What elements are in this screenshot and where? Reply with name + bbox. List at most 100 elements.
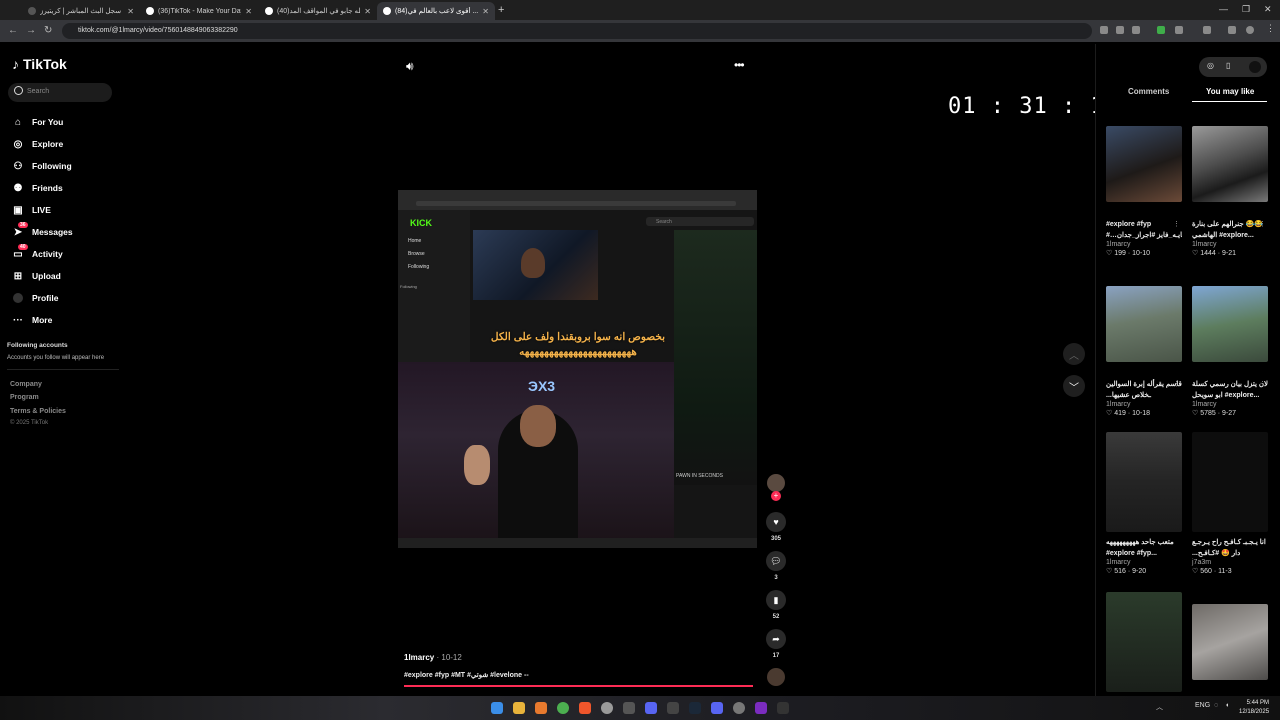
tab-comments[interactable]: Comments — [1128, 87, 1169, 96]
maximize-icon[interactable]: ❐ — [1242, 4, 1250, 15]
video-player[interactable]: KICK Search Home Browse Following Follow… — [398, 190, 757, 548]
video-description[interactable]: #explore #fyp #MT #شوتي #levelone -- — [404, 671, 529, 679]
sidebar-item-messages[interactable]: ➤ 36 Messages — [12, 221, 112, 243]
app-icon[interactable] — [755, 702, 767, 714]
follow-plus-icon[interactable]: + — [771, 491, 781, 501]
footer-link-company[interactable]: Company — [10, 381, 42, 388]
sidebar-item-upload[interactable]: ⊞ Upload — [12, 265, 112, 287]
new-tab-button[interactable]: + — [498, 4, 504, 16]
bookmark-star-icon[interactable] — [1132, 26, 1140, 34]
app-icon[interactable] — [777, 702, 789, 714]
sidebar-item-more[interactable]: ··· More — [12, 309, 112, 331]
taskbar-clock[interactable]: 5:44 PM 12/18/2025 — [1239, 699, 1269, 717]
extension-icon[interactable] — [1228, 26, 1236, 34]
volume-icon[interactable]: 🔊︎ — [406, 59, 414, 74]
app-icon[interactable] — [733, 702, 745, 714]
forward-icon[interactable]: → — [26, 25, 36, 36]
card-user[interactable]: 1lmarcy — [1106, 401, 1182, 408]
app-icon[interactable] — [623, 702, 635, 714]
tray-chevron-icon[interactable]: ︿ — [1156, 702, 1163, 712]
browser-tab[interactable]: (36)TikTok - Make Your Day ✕ — [140, 2, 258, 20]
network-icon[interactable]: ◌ — [1214, 702, 1218, 709]
video-thumbnail[interactable] — [1106, 592, 1182, 692]
reload-icon[interactable]: ↻ — [44, 25, 52, 36]
phone-icon[interactable]: ▯ — [1226, 61, 1230, 70]
recommended-video-card[interactable]: انا يـجـبـ كـافـح راح يـرجـع ...دار 🤩 #ك… — [1192, 432, 1268, 575]
sidebar-item-friends[interactable]: ⚉ Friends — [12, 177, 112, 199]
browser-tab[interactable]: سجل البث المباشر | كريتيرز ✕ — [22, 2, 140, 20]
comment-action[interactable]: 💬︎ 3 — [766, 551, 786, 581]
video-author[interactable]: 1lmarcy · 10-12 — [404, 653, 462, 662]
close-icon[interactable]: ✕ — [127, 7, 134, 16]
recommended-video-card[interactable]: #explore #fyp #…ـايـه_فايز #اجراز_جدان 1… — [1106, 126, 1182, 257]
steam-icon[interactable] — [689, 702, 701, 714]
comment-icon[interactable]: 💬︎ — [766, 551, 786, 571]
share-icon[interactable]: ➦ — [766, 629, 786, 649]
avatar[interactable] — [1249, 61, 1261, 73]
author-name[interactable]: 1lmarcy — [404, 653, 434, 662]
app-icon[interactable] — [535, 702, 547, 714]
card-user[interactable]: 1lmarcy — [1192, 241, 1268, 248]
back-icon[interactable]: ← — [8, 25, 18, 36]
sidebar-item-live[interactable]: ▣ LIVE — [12, 199, 112, 221]
video-thumbnail[interactable] — [1192, 286, 1268, 362]
profile-avatar[interactable] — [1246, 26, 1254, 34]
footer-link-program[interactable]: Program — [10, 394, 39, 401]
app-icon[interactable] — [667, 702, 679, 714]
recommended-video-card[interactable]: جنرالهم على بنارة 😂😂 الهاشمي #explore...… — [1192, 126, 1268, 257]
music-disc-avatar[interactable] — [767, 668, 785, 686]
search-input[interactable]: Search — [8, 83, 112, 102]
close-icon[interactable]: ✕ — [364, 7, 371, 16]
volume-icon[interactable]: ◖ — [1225, 702, 1229, 709]
sidebar-item-profile[interactable]: Profile — [12, 287, 112, 309]
video-thumbnail[interactable] — [1192, 126, 1268, 202]
extension-icon[interactable] — [1203, 26, 1211, 34]
sidebar-item-following[interactable]: ⚇ Following — [12, 155, 112, 177]
sidebar-item-explore[interactable]: ◎ Explore — [12, 133, 112, 155]
recommended-video-card[interactable]: قاسم يقرأله إبرة السوالين ...ـخلاص عشيها… — [1106, 286, 1182, 417]
language-indicator[interactable]: ENG — [1195, 702, 1210, 709]
more-options-icon[interactable]: ⋮ — [1173, 380, 1180, 388]
heart-icon[interactable]: ♥ — [766, 512, 786, 532]
menu-icon[interactable]: ⋮ — [1266, 23, 1275, 33]
creator-avatar[interactable] — [767, 474, 785, 492]
video-thumbnail[interactable] — [1192, 604, 1268, 680]
video-progress-bar[interactable] — [404, 685, 753, 687]
address-bar[interactable]: tiktok.com/@1lmarcy/video/75601488490633… — [62, 23, 1092, 39]
card-user[interactable]: 1lmarcy — [1192, 401, 1268, 408]
more-options-icon[interactable]: ••• — [734, 58, 745, 72]
more-options-icon[interactable]: ⋮ — [1259, 380, 1266, 388]
close-icon[interactable]: ✕ — [482, 7, 489, 16]
recommended-video-card[interactable]: الان يتزل بيان رسمي كسلة ابو سويحل #expl… — [1192, 286, 1268, 417]
translate-icon[interactable] — [1116, 26, 1124, 34]
card-user[interactable]: j7a3m — [1192, 559, 1268, 566]
share-action[interactable]: ➦ 17 — [766, 629, 786, 659]
recommended-video-card[interactable] — [1192, 604, 1268, 680]
sidebar-item-activity[interactable]: ▭ 40 Activity — [12, 243, 112, 265]
extension-icon[interactable] — [1157, 26, 1165, 34]
tab-you-may-like[interactable]: You may like — [1206, 87, 1254, 96]
discord-icon[interactable] — [645, 702, 657, 714]
card-user[interactable]: 1lmarcy — [1106, 241, 1182, 248]
video-thumbnail[interactable] — [1106, 286, 1182, 362]
close-icon[interactable]: ✕ — [245, 7, 252, 16]
video-thumbnail[interactable] — [1106, 126, 1182, 202]
puzzle-icon[interactable] — [1175, 26, 1183, 34]
close-window-icon[interactable]: ✕ — [1264, 4, 1272, 15]
browser-tab[interactable]: (40)عبدالله جابو في المواقف المد... ✕ — [259, 2, 377, 20]
bookmark-icon[interactable]: ▮ — [766, 590, 786, 610]
sidebar-item-for-you[interactable]: ⌂ For You — [12, 111, 112, 133]
recommended-video-card[interactable] — [1106, 592, 1182, 692]
chrome-icon[interactable] — [557, 702, 569, 714]
tiktok-logo[interactable]: ♪ TikTok — [12, 56, 67, 72]
more-options-icon[interactable]: ⋮ — [1259, 220, 1266, 228]
footer-link-terms[interactable]: Terms & Policies — [10, 408, 66, 415]
previous-video-button[interactable]: ︿ — [1063, 343, 1085, 365]
video-thumbnail[interactable] — [1192, 432, 1268, 532]
file-explorer-icon[interactable] — [513, 702, 525, 714]
minimize-icon[interactable]: — — [1219, 4, 1228, 14]
extension-icon[interactable] — [1100, 26, 1108, 34]
brave-icon[interactable] — [579, 702, 591, 714]
recommended-video-card[interactable]: متعب جاحد هههههههههه #explore #fyp... 1l… — [1106, 432, 1182, 575]
like-action[interactable]: ♥ 305 — [766, 512, 786, 542]
